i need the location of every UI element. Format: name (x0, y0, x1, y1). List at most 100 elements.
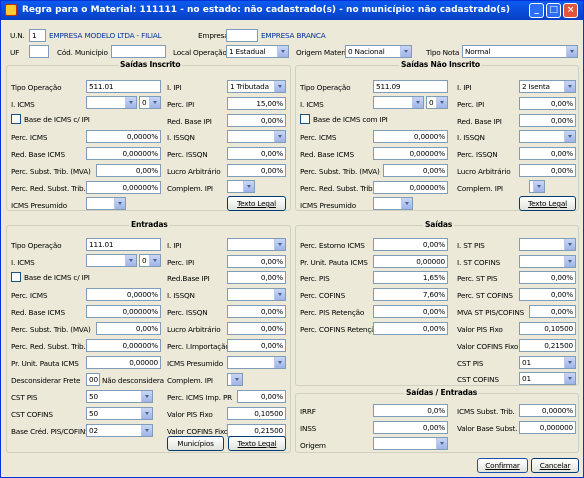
sni-perc-subst-input[interactable]: 0,00% (383, 164, 448, 177)
sai-perc-st-pis-input[interactable]: 0,00% (519, 271, 576, 284)
si-icms-presumido-select[interactable] (86, 197, 126, 210)
se-valor-base-input[interactable]: 0,000000 (519, 421, 576, 434)
maximize-icon[interactable]: □ (546, 3, 561, 18)
municipios-button[interactable]: Municípios (167, 436, 224, 451)
chevron-down-icon[interactable] (564, 81, 575, 92)
ent-valor-pis-input[interactable]: 0,10500 (227, 407, 286, 420)
ent-red-base-icms-input[interactable]: 0,00000% (86, 305, 161, 318)
ent-perc-ipi-input[interactable]: 0,00% (227, 255, 286, 268)
chevron-down-icon[interactable] (274, 357, 285, 368)
ent-red-base-ipi-input[interactable]: 0,00% (227, 271, 286, 284)
sai-perc-st-cofins-input[interactable]: 0,00% (519, 288, 576, 301)
sni-lucro-input[interactable]: 0,00% (519, 164, 576, 177)
ent-ipi-select[interactable] (227, 238, 286, 251)
origem-material-select[interactable]: 0 Nacional (345, 45, 412, 58)
si-red-base-icms-input[interactable]: 0,00000% (86, 147, 161, 160)
ent-texto-legal-button[interactable]: Texto Legal (228, 436, 286, 451)
si-issqn-select[interactable] (227, 130, 286, 143)
se-origem-select[interactable] (373, 437, 448, 450)
sai-pr-unit-input[interactable]: 0,00000 (373, 255, 448, 268)
chevron-down-icon[interactable] (141, 408, 152, 419)
ent-perc-subst-input[interactable]: 0,00% (96, 322, 161, 335)
sni-icms-select[interactable] (373, 96, 424, 109)
si-perc-issqn-input[interactable]: 0,00% (227, 147, 286, 160)
empresa-input[interactable] (226, 29, 258, 42)
sni-complem-ipi-select[interactable] (529, 180, 545, 193)
si-base-icms-ipi-checkbox[interactable] (11, 114, 21, 124)
ent-tipo-operacao-input[interactable]: 111.01 (86, 238, 161, 251)
chevron-down-icon[interactable] (141, 391, 152, 402)
chevron-down-icon[interactable] (149, 97, 160, 108)
ent-lucro-input[interactable]: 0,00% (227, 322, 286, 335)
chevron-down-icon[interactable] (564, 239, 575, 250)
si-icms-sub-select[interactable]: 0 (139, 96, 161, 109)
ent-icms-sub-select[interactable]: 0 (139, 254, 161, 267)
si-perc-subst-input[interactable]: 0,00% (96, 164, 161, 177)
sai-perc-cofins-input[interactable]: 7,60% (373, 288, 448, 301)
chevron-down-icon[interactable] (125, 255, 136, 266)
sai-perc-pis-ret-input[interactable]: 0,00% (373, 305, 448, 318)
sni-red-base-icms-input[interactable]: 0,00000% (373, 147, 448, 160)
local-operacao-select[interactable]: 1 Estadual (226, 45, 289, 58)
ent-pr-unit-input[interactable]: 0,00000 (86, 356, 161, 369)
sai-ist-pis-select[interactable] (519, 238, 576, 251)
uf-input[interactable] (29, 45, 49, 58)
chevron-down-icon[interactable] (274, 289, 285, 300)
title-bar[interactable]: Regra para o Material: 111111 - no estad… (1, 1, 583, 20)
ent-desconsiderar-input[interactable]: 00 (86, 373, 100, 386)
ent-perc-red-subst-input[interactable]: 0,00000% (86, 339, 161, 352)
chevron-down-icon[interactable] (231, 374, 242, 385)
sni-icms-sub-select[interactable]: 0 (426, 96, 448, 109)
chevron-down-icon[interactable] (149, 255, 160, 266)
sni-perc-issqn-input[interactable]: 0,00% (519, 147, 576, 160)
close-icon[interactable]: × (563, 3, 578, 18)
si-perc-icms-input[interactable]: 0,0000% (86, 130, 161, 143)
ent-perc-issqn-input[interactable]: 0,00% (227, 305, 286, 318)
chevron-down-icon[interactable] (436, 438, 447, 449)
chevron-down-icon[interactable] (274, 81, 285, 92)
sni-perc-icms-input[interactable]: 0,0000% (373, 130, 448, 143)
si-tipo-operacao-input[interactable]: 511.01 (86, 80, 161, 93)
chevron-down-icon[interactable] (401, 198, 412, 209)
ent-issqn-select[interactable] (227, 288, 286, 301)
sni-texto-legal-button[interactable]: Texto Legal (519, 196, 576, 211)
si-icms-select[interactable] (86, 96, 137, 109)
si-complem-ipi-select[interactable] (227, 180, 255, 193)
sai-valor-pis-input[interactable]: 0,10500 (519, 322, 576, 335)
sai-perc-pis-input[interactable]: 1,65% (373, 271, 448, 284)
sai-cst-pis-select[interactable]: 01 (519, 356, 576, 369)
si-lucro-input[interactable]: 0,00% (227, 164, 286, 177)
chevron-down-icon[interactable] (564, 357, 575, 368)
chevron-down-icon[interactable] (566, 46, 577, 57)
si-ipi-select[interactable]: 1 Tributada (227, 80, 286, 93)
sai-perc-estorno-input[interactable]: 0,00% (373, 238, 448, 251)
ent-perc-imp-input[interactable]: 0,00% (227, 339, 286, 352)
sai-ist-cofins-select[interactable] (519, 255, 576, 268)
chevron-down-icon[interactable] (141, 425, 152, 436)
sni-perc-red-subst-input[interactable]: 0,00000% (373, 181, 448, 194)
sni-base-icms-ipi-checkbox[interactable] (300, 114, 310, 124)
ent-perc-icms-imp-input[interactable]: 0,00% (237, 390, 286, 403)
ent-base-cred-select[interactable]: 02 (86, 424, 153, 437)
ent-perc-icms-input[interactable]: 0,0000% (86, 288, 161, 301)
sai-cst-cofins-select[interactable]: 01 (519, 372, 576, 385)
sni-red-base-ipi-input[interactable]: 0,00% (519, 114, 576, 127)
chevron-down-icon[interactable] (564, 256, 575, 267)
chevron-down-icon[interactable] (274, 239, 285, 250)
chevron-down-icon[interactable] (564, 373, 575, 384)
si-perc-ipi-input[interactable]: 15,00% (227, 97, 286, 110)
sai-mva-input[interactable]: 0,00% (529, 305, 576, 318)
tipo-nota-select[interactable]: Normal (462, 45, 578, 58)
chevron-down-icon[interactable] (436, 97, 447, 108)
se-irrf-input[interactable]: 0,0% (373, 404, 448, 417)
sni-perc-ipi-input[interactable]: 0,00% (519, 97, 576, 110)
sai-perc-cofins-ret-input[interactable]: 0,00% (373, 322, 448, 335)
chevron-down-icon[interactable] (243, 181, 254, 192)
chevron-down-icon[interactable] (533, 181, 544, 192)
si-perc-red-subst-input[interactable]: 0,00000% (86, 181, 161, 194)
chevron-down-icon[interactable] (274, 131, 285, 142)
chevron-down-icon[interactable] (400, 46, 411, 57)
cancelar-button[interactable]: Cancelar (531, 458, 579, 473)
ent-base-icms-ipi-checkbox[interactable] (11, 272, 21, 282)
un-input[interactable]: 1 (29, 29, 46, 42)
